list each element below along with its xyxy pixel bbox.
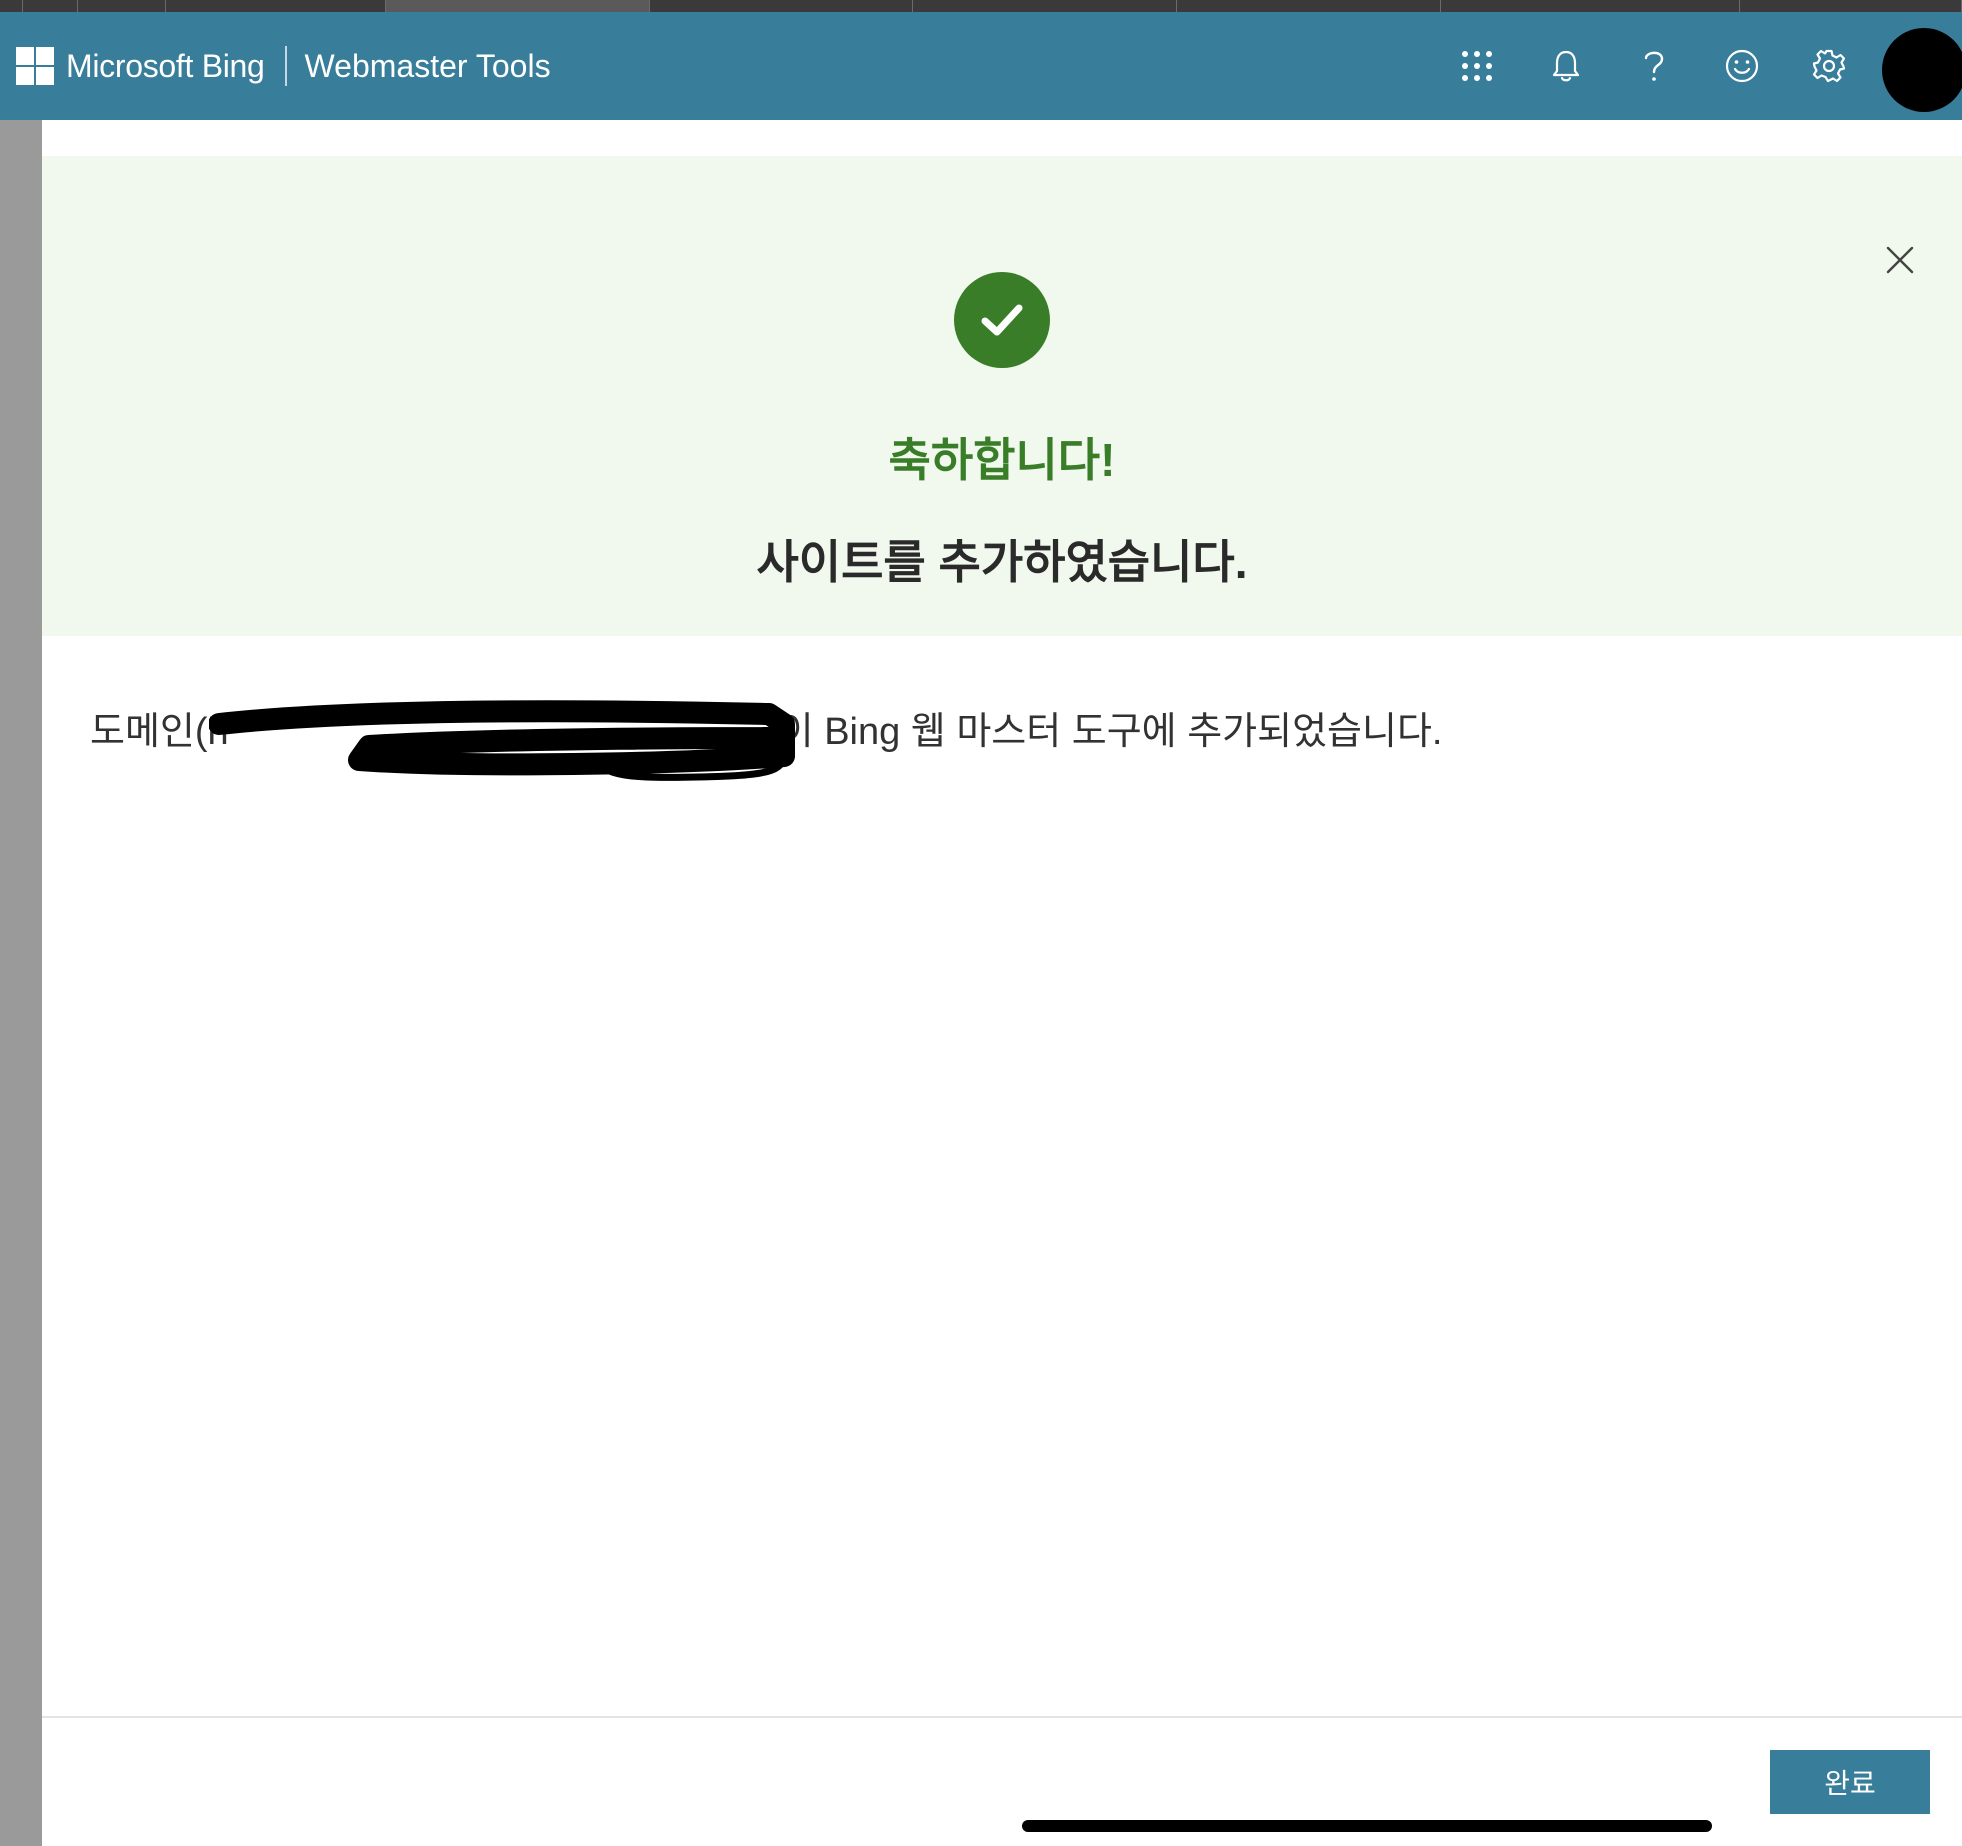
site-added-dialog: 축하합니다! 사이트를 추가하였습니다. 도메인(h 이 Bing 웹 마스터 …	[42, 120, 1962, 1846]
gear-icon[interactable]	[1809, 46, 1849, 86]
success-banner: 축하합니다! 사이트를 추가하였습니다.	[42, 156, 1962, 636]
confirmation-message: 도메인(h 이 Bing 웹 마스터 도구에 추가되었습니다.	[90, 700, 1443, 781]
success-check-icon	[954, 272, 1050, 368]
browser-tab[interactable]	[1177, 0, 1441, 12]
microsoft-logo-icon	[16, 47, 54, 85]
footer-divider	[42, 1716, 1962, 1718]
brand-name: Microsoft Bing	[66, 47, 265, 84]
app-header: Microsoft Bing Webmaster Tools	[0, 12, 1962, 120]
dialog-title: 사이트를 추가하였습니다.	[756, 536, 1248, 588]
brand[interactable]: Microsoft Bing Webmaster Tools	[16, 12, 551, 120]
home-indicator	[1022, 1820, 1712, 1832]
done-button[interactable]: 완료	[1770, 1750, 1930, 1814]
browser-tab[interactable]	[913, 0, 1177, 12]
browser-tab[interactable]	[23, 0, 78, 12]
congrats-heading: 축하합니다!	[888, 434, 1116, 486]
browser-tab[interactable]	[0, 0, 23, 12]
avatar[interactable]	[1882, 28, 1962, 112]
bell-icon[interactable]	[1546, 46, 1586, 86]
message-suffix: 이 Bing 웹 마스터 도구에 추가되었습니다.	[778, 711, 1443, 753]
apps-grid-icon[interactable]	[1457, 46, 1497, 86]
browser-tab[interactable]	[650, 0, 914, 12]
redaction-scribble	[208, 700, 795, 781]
browser-tab[interactable]	[166, 0, 387, 12]
feedback-smiley-icon[interactable]	[1722, 46, 1762, 86]
help-icon[interactable]	[1634, 46, 1674, 86]
browser-tab[interactable]	[1441, 0, 1741, 12]
brand-separator	[284, 46, 287, 86]
browser-tab[interactable]	[78, 0, 167, 12]
browser-tab-strip	[0, 0, 1962, 12]
product-name: Webmaster Tools	[304, 47, 551, 84]
browser-tab-active[interactable]	[386, 0, 650, 12]
browser-tab[interactable]	[1740, 0, 1962, 12]
close-icon[interactable]	[1880, 240, 1920, 280]
